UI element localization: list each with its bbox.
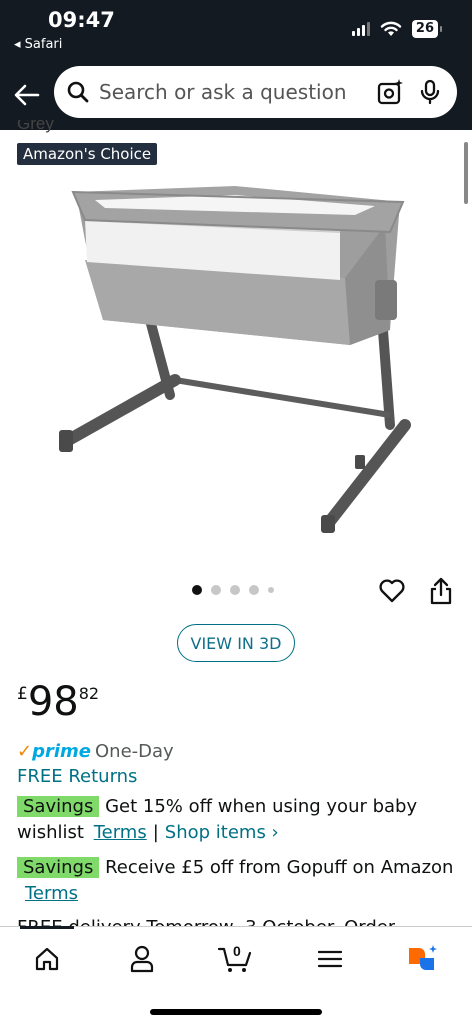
nav-account[interactable]	[124, 941, 160, 977]
header: Search or ask a question	[0, 60, 472, 130]
rufus-assistant-icon	[409, 945, 437, 970]
amazons-choice-badge: Amazon's Choice	[17, 143, 158, 165]
person-icon	[130, 945, 154, 973]
carousel-dot[interactable]	[192, 585, 202, 595]
home-icon	[35, 947, 59, 971]
nav-menu[interactable]	[312, 941, 348, 977]
home-indicator	[150, 1009, 322, 1015]
price-currency: £	[17, 684, 28, 704]
carousel-dot[interactable]	[249, 585, 259, 595]
savings-badge: Savings	[17, 857, 100, 878]
back-to-safari-link[interactable]: ◂ Safari	[14, 37, 62, 52]
free-returns-link[interactable]: FREE Returns	[17, 766, 137, 787]
nav-home[interactable]	[29, 941, 65, 977]
promo-terms-link[interactable]: Terms	[94, 822, 147, 843]
scrollbar	[464, 142, 468, 204]
nav-cart[interactable]: 0	[217, 941, 253, 977]
camera-search-icon[interactable]	[377, 78, 405, 106]
menu-icon	[318, 950, 342, 968]
heart-icon[interactable]	[378, 577, 406, 605]
prime-logo: prime	[32, 741, 91, 762]
active-tab-indicator	[20, 926, 74, 929]
status-time: 09:47	[48, 8, 115, 32]
share-icon[interactable]	[428, 576, 454, 606]
price-whole: 98	[27, 679, 79, 725]
carousel-dot[interactable]	[230, 585, 240, 595]
search-icon	[67, 81, 89, 103]
price-fraction: 82	[78, 684, 100, 703]
battery-indicator: 26	[411, 20, 443, 38]
shop-items-link[interactable]: Shop items ›	[165, 822, 279, 843]
nav-rufus[interactable]	[405, 941, 441, 977]
product-image-bedside-crib[interactable]	[55, 180, 420, 540]
carousel-dot[interactable]	[211, 585, 221, 595]
back-button[interactable]	[12, 80, 42, 110]
carousel-dot[interactable]	[268, 587, 274, 593]
cellular-signal-icon	[351, 22, 370, 36]
prime-delivery-line: ✓ prime One-Day	[17, 741, 174, 762]
microphone-icon[interactable]	[419, 79, 441, 105]
status-bar: 09:47 ◂ Safari 26	[0, 0, 472, 60]
promo-terms-link[interactable]: Terms	[25, 883, 78, 904]
image-carousel-dots[interactable]	[192, 585, 274, 595]
promo-text: Receive £5 off from Gopuff on Amazon	[105, 857, 454, 878]
promo-baby-wishlist: Savings Get 15% off when using your baby…	[17, 796, 418, 843]
promo-gopuff: Savings Receive £5 off from Gopuff on Am…	[17, 855, 457, 907]
price: £ 98 82	[17, 678, 99, 726]
variant-text: Grey	[17, 120, 54, 133]
bottom-nav: 0	[0, 926, 472, 1024]
view-in-3d-button[interactable]: VIEW IN 3D	[177, 624, 295, 662]
cart-count: 0	[233, 943, 241, 959]
search-input[interactable]: Search or ask a question	[54, 66, 457, 118]
status-icons: 26	[351, 20, 443, 38]
wifi-icon	[380, 21, 402, 36]
back-arrow-icon	[14, 84, 40, 106]
delivery-date-text: FREE delivery Tomorrow, 3 October. Order	[17, 916, 395, 926]
prime-speed: One-Day	[95, 741, 174, 762]
prime-check-icon: ✓	[17, 741, 33, 762]
search-placeholder: Search or ask a question	[99, 80, 347, 104]
savings-badge: Savings	[17, 796, 100, 817]
